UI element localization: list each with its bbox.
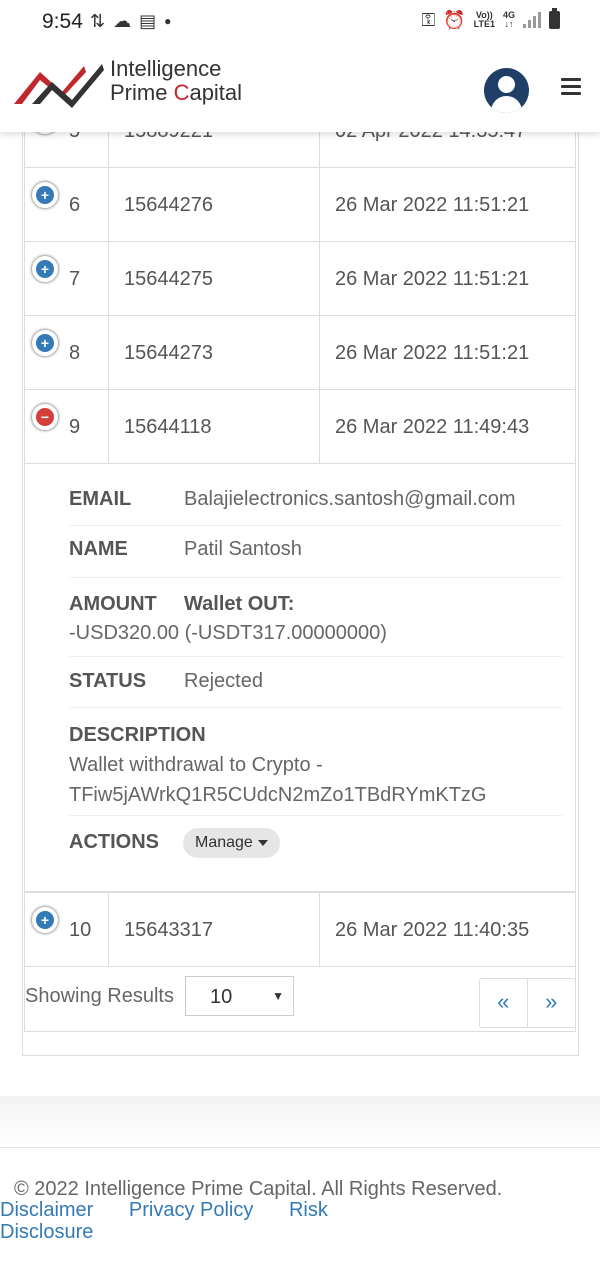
manage-dropdown-button[interactable]: Manage [183, 828, 280, 858]
copyright-text: © 2022 Intelligence Prime Capital. All R… [14, 1178, 503, 1200]
description-label: DESCRIPTION [69, 724, 206, 746]
email-label: EMAIL [69, 488, 132, 510]
notification-icons: ⇅ ☁ ▤ ● [90, 11, 171, 31]
row-number: 10 [69, 919, 92, 941]
expand-row-icon[interactable]: + [32, 907, 58, 933]
detail-status: STATUS Rejected [69, 670, 562, 708]
email-value: Balajielectronics.santosh@gmail.com [184, 488, 516, 510]
collapse-row-icon[interactable]: − [32, 404, 58, 430]
brand-line1: Intelligence [110, 56, 222, 81]
status-value: Rejected [184, 670, 263, 692]
amount-value: -USD320.00 (-USDT317.00000000) [69, 622, 387, 644]
transaction-id: 15644118 [124, 416, 212, 438]
footer-links: Disclaimer Privacy Policy Risk Disclosur… [0, 1199, 370, 1243]
page-size-value: 10 [210, 986, 233, 1008]
expand-row-icon[interactable]: + [32, 182, 58, 208]
transfer-icon: ⇅ [90, 11, 106, 31]
brand-line2-suffix: apital [189, 80, 243, 105]
row-number: 8 [69, 342, 81, 364]
transaction-id: 15644276 [124, 194, 213, 216]
amount-type: Wallet OUT: [184, 593, 295, 615]
previous-page-button[interactable]: « [480, 979, 528, 1027]
detail-name: NAME Patil Santosh [69, 538, 562, 578]
next-page-button[interactable]: » [528, 979, 576, 1027]
manage-label: Manage [195, 834, 253, 851]
signal-icon [523, 12, 541, 28]
status-time: 9:54 [42, 10, 83, 33]
actions-label: ACTIONS [69, 831, 159, 854]
transaction-date: 26 Mar 2022 11:51:21 [335, 194, 530, 216]
status-label: STATUS [69, 670, 147, 692]
table-row[interactable]: + 8 15644273 26 Mar 2022 11:51:21 [24, 316, 576, 390]
detail-email: EMAIL Balajielectronics.santosh@gmail.com [69, 488, 562, 526]
user-avatar-icon[interactable] [484, 68, 529, 113]
transaction-date: 26 Mar 2022 11:40:35 [335, 919, 530, 941]
description-line2: TFiw5jAWrkQ1R5CUdcN2mZo1TBdRYmKTzG [69, 784, 487, 806]
page-size-select[interactable]: 10 ▼ [185, 976, 294, 1016]
brand-line2-prefix: Prime [110, 80, 174, 105]
row-number: 7 [69, 268, 81, 290]
hamburger-menu-icon[interactable] [561, 78, 581, 96]
transaction-date: 26 Mar 2022 11:51:21 [335, 342, 530, 364]
transaction-date: 26 Mar 2022 11:49:43 [335, 416, 530, 438]
footer-band [0, 1096, 600, 1148]
data-arrows-icon: ↓↑ [504, 19, 514, 29]
app-header: Intelligence Prime Capital [0, 44, 600, 132]
privacy-policy-link[interactable]: Privacy Policy [129, 1199, 253, 1221]
battery-icon [549, 8, 560, 29]
alarm-icon: ⏰ [443, 10, 466, 30]
detail-actions: ACTIONS Manage [69, 828, 562, 868]
dot-icon: ● [164, 14, 172, 28]
expand-row-icon[interactable]: + [32, 256, 58, 282]
expand-row-icon[interactable]: + [32, 330, 58, 356]
network-type-indicator: 4G ↓↑ [503, 11, 515, 29]
row-number: 9 [69, 416, 81, 438]
company-logo[interactable] [14, 58, 106, 110]
brand-accent: C [173, 80, 190, 105]
calendar-icon: ▤ [139, 11, 157, 31]
name-value: Patil Santosh [184, 538, 302, 560]
description-line1: Wallet withdrawal to Crypto - [69, 754, 323, 776]
dropdown-arrow-icon: ▼ [272, 989, 284, 1003]
network-bottom: LTE1 [473, 19, 495, 29]
name-label: NAME [69, 538, 128, 560]
row-details: EMAIL Balajielectronics.santosh@gmail.com… [24, 464, 576, 892]
transaction-id: 15644273 [124, 342, 213, 364]
detail-description: DESCRIPTION Wallet withdrawal to Crypto … [69, 720, 562, 816]
detail-amount: AMOUNT Wallet OUT: -USD320.00 (-USDT317.0… [69, 590, 562, 657]
showing-results-label: Showing Results [25, 985, 174, 1007]
system-icons: ⚿ ⏰ Vo)) LTE1 4G ↓↑ [421, 8, 560, 30]
divider [24, 1031, 576, 1032]
table-row[interactable]: + 6 15644276 26 Mar 2022 11:51:21 [24, 168, 576, 242]
table-row-expanded[interactable]: − 9 15644118 26 Mar 2022 11:49:43 [24, 390, 576, 464]
transaction-date: 26 Mar 2022 11:51:21 [335, 268, 530, 290]
transaction-id: 15644275 [124, 268, 213, 290]
pagination: « » [479, 978, 576, 1028]
brand-line2: Prime Capital [110, 81, 242, 105]
disclaimer-link[interactable]: Disclaimer [0, 1199, 93, 1221]
network-indicator: Vo)) LTE1 [474, 11, 495, 29]
caret-down-icon [257, 839, 268, 846]
table-row[interactable]: + 7 15644275 26 Mar 2022 11:51:21 [24, 242, 576, 316]
cloud-icon: ☁ [113, 11, 132, 31]
status-bar: 9:54 ⇅ ☁ ▤ ● ⚿ ⏰ Vo)) LTE1 4G ↓↑ [0, 0, 600, 44]
table-row[interactable]: + 10 15643317 26 Mar 2022 11:40:35 [24, 892, 576, 967]
transaction-id: 15643317 [124, 919, 213, 941]
amount-label: AMOUNT [69, 593, 157, 615]
brand-name[interactable]: Intelligence Prime Capital [110, 57, 242, 105]
key-icon: ⚿ [421, 10, 436, 30]
row-number: 6 [69, 194, 81, 216]
